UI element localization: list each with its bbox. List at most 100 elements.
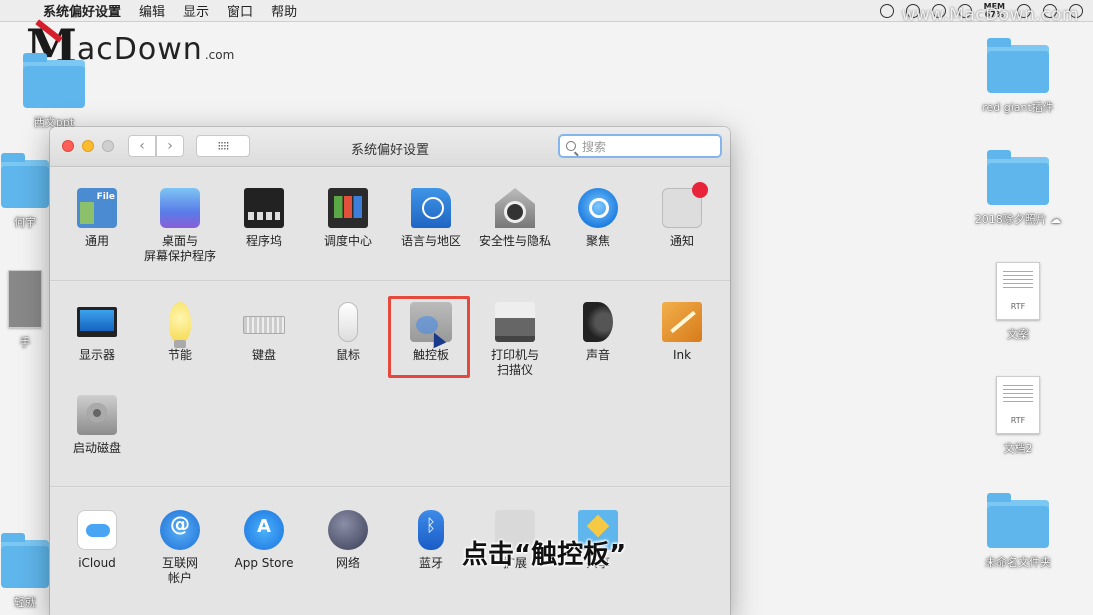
general-icon (77, 188, 117, 228)
folder-icon (987, 150, 1049, 205)
desktop-item-label: 文档2 (1003, 442, 1033, 455)
startup-disk-icon (77, 395, 117, 435)
logo-suffix: .com (204, 48, 235, 62)
pane-language-region[interactable]: 语言与地区 (389, 188, 473, 249)
keyboard-icon (243, 316, 285, 334)
pane-sound[interactable]: 声音 (556, 302, 640, 363)
pane-label: 调度中心 (323, 234, 372, 248)
internet-accounts-icon (160, 510, 200, 550)
network-icon (328, 510, 368, 550)
pane-label: 安全性与隐私 (478, 234, 551, 248)
preferences-section-internet: iCloud 互联网 帐户 App Store 网络 蓝牙 扩展 共享 (50, 488, 730, 615)
pane-label: 网络 (335, 556, 360, 570)
pane-energy-saver[interactable]: 节能 (138, 302, 222, 363)
desktop-folder[interactable]: 轻就 (0, 533, 50, 610)
desktop-folder[interactable]: 何宇 (0, 153, 50, 230)
folder-icon (1, 533, 49, 588)
rtf-document-icon: RTF (996, 262, 1040, 320)
pane-startup-disk[interactable]: 启动磁盘 (55, 395, 139, 456)
pane-label: 蓝牙 (418, 556, 443, 570)
pane-label: 语言与地区 (400, 234, 461, 248)
pane-security-privacy[interactable]: 安全性与隐私 (473, 188, 557, 249)
desktop-document[interactable]: RTF 文案 (968, 262, 1068, 342)
pane-label: 互联网 帐户 (161, 556, 198, 585)
pane-label: 声音 (585, 348, 610, 362)
ink-icon (662, 302, 702, 342)
desktop-item[interactable]: 手 (0, 270, 50, 350)
pane-label: 通用 (84, 234, 109, 248)
folder-icon (987, 493, 1049, 548)
pane-label: iCloud (78, 556, 116, 570)
pane-label: 节能 (167, 348, 192, 362)
pane-icloud[interactable]: iCloud (55, 510, 139, 571)
logo-text: acDown (76, 32, 203, 67)
bluetooth-icon (418, 510, 444, 550)
pane-printers-scanners[interactable]: 打印机与 扫描仪 (473, 302, 557, 378)
spotlight-icon (578, 188, 618, 228)
pane-network[interactable]: 网络 (306, 510, 390, 571)
desktop-document[interactable]: RTF 文档2 (968, 376, 1068, 456)
security-privacy-icon (495, 188, 535, 228)
dock-icon (244, 188, 284, 228)
pane-notifications[interactable]: 通知 (640, 182, 724, 249)
tutorial-caption: 点击“触控板” (462, 540, 627, 570)
pane-bluetooth[interactable]: 蓝牙 (389, 510, 473, 571)
displays-icon (77, 307, 117, 337)
pane-keyboard[interactable]: 键盘 (222, 302, 306, 363)
pane-dock[interactable]: 程序坞 (222, 188, 306, 249)
desktop-folder[interactable]: red giant插件 (968, 38, 1068, 115)
pane-label: 通知 (669, 234, 694, 248)
desktop-item-label: 未命名文件夹 (985, 556, 1051, 569)
pane-label: 鼠标 (335, 348, 360, 362)
desktop-item-label: 手 (19, 336, 31, 349)
rtf-document-icon: RTF (996, 376, 1040, 434)
pane-displays[interactable]: 显示器 (55, 302, 139, 363)
mission-control-icon (328, 188, 368, 228)
language-region-icon (411, 188, 451, 228)
pane-spotlight[interactable]: 聚焦 (556, 188, 640, 249)
menu-help[interactable]: 帮助 (262, 1, 306, 20)
desktop-folder[interactable]: 2018除夕照片 ☁ (962, 150, 1074, 227)
pane-general[interactable]: 通用 (55, 188, 139, 249)
pane-ink[interactable]: Ink (640, 302, 724, 363)
pane-label: 键盘 (251, 348, 276, 362)
record-icon[interactable] (879, 4, 894, 18)
pane-label: 程序坞 (245, 234, 282, 248)
sound-icon (583, 302, 613, 342)
desktop-screensaver-icon (160, 188, 200, 228)
folder-icon (1, 153, 49, 208)
pane-label: 聚焦 (585, 234, 610, 248)
watermark: www.MacDown.com (901, 5, 1079, 25)
desktop-item-label: red giant插件 (982, 101, 1054, 114)
folder-icon (23, 53, 85, 108)
pane-internet-accounts[interactable]: 互联网 帐户 (138, 510, 222, 586)
desktop-folder[interactable]: 未命名文件夹 (962, 493, 1074, 570)
preferences-section-personal: 通用 桌面与 屏幕保护程序 程序坞 调度中心 语言与地区 安全性与隐私 聚焦 (50, 168, 730, 281)
pane-label: 桌面与 屏幕保护程序 (143, 234, 216, 263)
app-store-icon (244, 510, 284, 550)
title-bar: ‹ › ⁝⁝⁝⁝ 系统偏好设置 搜索 (50, 127, 730, 167)
pane-label: 启动磁盘 (72, 441, 121, 455)
energy-saver-icon (169, 302, 191, 348)
desktop-folder[interactable]: 西文ppt (20, 53, 88, 130)
search-placeholder: 搜索 (582, 139, 607, 154)
pane-mission-control[interactable]: 调度中心 (306, 188, 390, 249)
search-icon (566, 141, 576, 151)
icloud-icon (77, 510, 117, 550)
desktop-item-label: 2018除夕照片 ☁ (974, 213, 1062, 226)
file-type-tag: RTF (1010, 302, 1026, 311)
desktop-item-label: 文案 (1007, 328, 1029, 341)
desktop-item-label: 轻就 (14, 596, 36, 609)
pane-label: 打印机与 扫描仪 (490, 348, 539, 377)
search-field[interactable]: 搜索 (558, 134, 722, 158)
pane-label: Ink (672, 348, 692, 362)
pane-label: App Store (234, 556, 294, 570)
printers-scanners-icon (495, 302, 535, 342)
pane-app-store[interactable]: App Store (222, 510, 306, 571)
pane-mouse[interactable]: 鼠标 (306, 302, 390, 363)
folder-icon (987, 38, 1049, 93)
file-icon (8, 270, 42, 328)
mouse-icon (338, 302, 358, 342)
pane-label: 显示器 (78, 348, 115, 362)
pane-desktop-screensaver[interactable]: 桌面与 屏幕保护程序 (138, 188, 222, 264)
